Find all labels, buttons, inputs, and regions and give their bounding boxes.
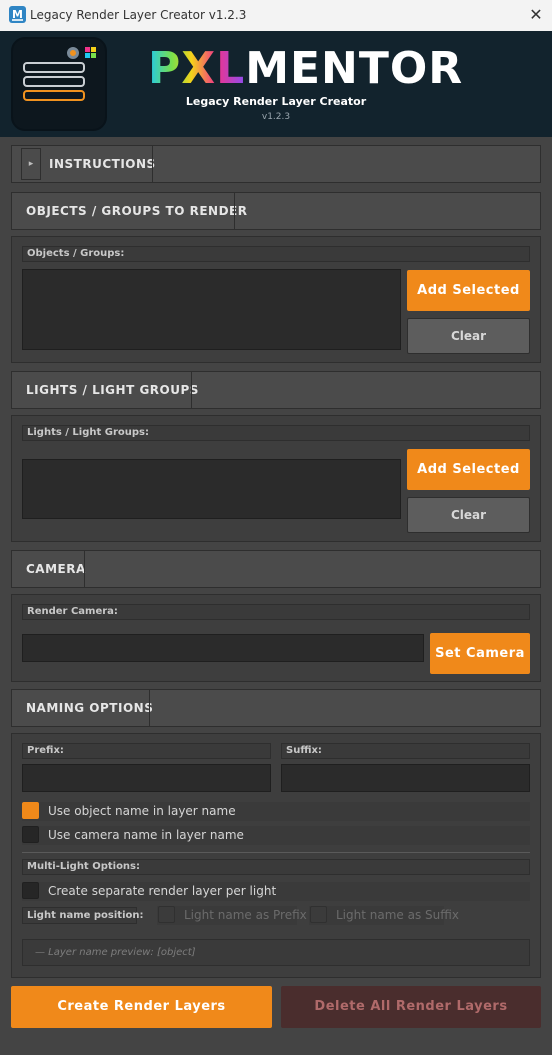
use-object-name-checkbox[interactable] xyxy=(22,802,39,819)
objects-field-label: Objects / Groups: xyxy=(22,246,530,262)
multi-light-label: Multi-Light Options: xyxy=(22,859,530,875)
add-selected-objects-button[interactable]: Add Selected xyxy=(407,270,530,311)
lights-field-label: Lights / Light Groups: xyxy=(22,425,530,441)
prefix-label: Prefix: xyxy=(22,743,271,759)
camera-section-header xyxy=(11,550,541,588)
suffix-input[interactable] xyxy=(281,764,530,792)
instructions-title[interactable]: INSTRUCTIONS xyxy=(49,157,156,171)
header-divider xyxy=(152,146,153,182)
naming-section-title: NAMING OPTIONS xyxy=(26,701,154,715)
use-camera-name-label[interactable]: Use camera name in layer name xyxy=(48,828,244,842)
use-camera-name-checkbox[interactable] xyxy=(22,826,39,843)
objects-listbox[interactable] xyxy=(22,269,401,350)
camera-field-label: Render Camera: xyxy=(22,604,530,620)
add-selected-lights-button[interactable]: Add Selected xyxy=(407,449,530,490)
light-position-label: Light name position: xyxy=(22,907,144,924)
objects-section-title: OBJECTS / GROUPS TO RENDER xyxy=(26,204,248,218)
expand-toggle-icon[interactable]: ▸ xyxy=(21,148,41,180)
light-as-prefix-label: Light name as Prefix xyxy=(184,908,307,922)
brand-suffix: MENTOR xyxy=(245,43,464,94)
logo-icon xyxy=(11,37,107,131)
set-camera-label: Set Camera xyxy=(435,646,525,661)
set-camera-button[interactable]: Set Camera xyxy=(430,633,530,674)
delete-all-render-layers-button[interactable]: Delete All Render Layers xyxy=(281,986,541,1028)
suffix-label: Suffix: xyxy=(281,743,530,759)
light-as-suffix-label: Light name as Suffix xyxy=(336,908,459,922)
camera-section-title: CAMERA xyxy=(26,562,86,576)
header-divider xyxy=(191,372,192,408)
app-subtitle: Legacy Render Layer Creator xyxy=(185,95,367,108)
clear-lights-button[interactable]: Clear xyxy=(407,497,530,533)
header-divider xyxy=(149,690,150,726)
brand-prefix: PXL xyxy=(148,43,246,94)
window-title: Legacy Render Layer Creator v1.2.3 xyxy=(30,8,247,22)
clear-objects-button[interactable]: Clear xyxy=(407,318,530,354)
header-divider xyxy=(84,551,85,587)
version-label: v1.2.3 xyxy=(261,112,291,122)
close-icon[interactable]: ✕ xyxy=(526,5,546,25)
header-divider xyxy=(234,193,235,229)
brand-wordmark: PXLMENTOR xyxy=(148,47,463,91)
layer-name-preview: — Layer name preview: [object] xyxy=(22,939,530,966)
render-camera-field[interactable] xyxy=(22,634,424,662)
lights-listbox[interactable] xyxy=(22,459,401,519)
app-icon: M xyxy=(9,6,26,23)
divider xyxy=(22,852,530,853)
lights-section-title: LIGHTS / LIGHT GROUPS xyxy=(26,383,199,397)
prefix-input[interactable] xyxy=(22,764,271,792)
use-object-name-label[interactable]: Use object name in layer name xyxy=(48,804,236,818)
light-as-suffix-checkbox xyxy=(310,906,327,923)
separate-per-light-label[interactable]: Create separate render layer per light xyxy=(48,884,276,898)
create-render-layers-button[interactable]: Create Render Layers xyxy=(11,986,272,1028)
light-as-prefix-checkbox xyxy=(158,906,175,923)
separate-per-light-checkbox[interactable] xyxy=(22,882,39,899)
